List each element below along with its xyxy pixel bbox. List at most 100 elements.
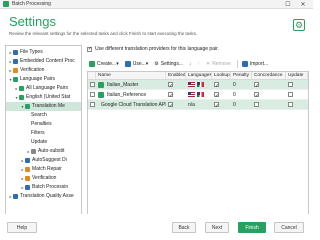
move-down-button[interactable]: ↓ [187,59,194,68]
row-select-checkbox[interactable] [90,82,95,87]
tree-node-icon [19,86,24,91]
tree-item[interactable]: Search [6,111,81,120]
column-header-languages[interactable]: Languages [186,72,212,79]
concordance-checkbox[interactable] [254,102,259,107]
table-row[interactable]: Google Cloud Translation API n/a 0 [88,100,308,110]
settings-tree[interactable]: ▸ File Types ▸ Embedded Content Proc ▸ Verifi… [5,45,82,222]
remove-icon: ✕ [206,60,211,67]
update-checkbox[interactable] [288,82,293,87]
lookup-checkbox[interactable] [214,82,219,87]
use-different-providers-label: Use different translation providers for … [95,46,219,52]
tree-item[interactable]: ▾ Language Pairs [6,75,81,84]
create-button[interactable]: Create... ▾ [87,59,121,68]
tree-item[interactable]: ▸ Translation Quality Asse [6,192,81,201]
tree-item[interactable]: ▾ Translation Me [6,102,81,111]
provider-name: Italian_Reference [107,91,147,98]
concordance-checkbox[interactable] [254,92,259,97]
tree-item[interactable]: ▸ Auto-substit [6,147,81,156]
use-button[interactable]: Use... ▾ [123,59,151,68]
arrow-down-icon: ↓ [189,60,192,67]
provider-name: Italian_Master [107,81,139,88]
chevron-down-icon: ▾ [116,60,119,67]
penalty-value[interactable]: 0 [233,100,236,110]
tree-item-label: Update [31,139,48,145]
tree-item[interactable]: ▸ Embedded Content Proc [6,57,81,66]
row-select-checkbox[interactable] [90,102,95,107]
import-button[interactable]: Import... [240,59,270,68]
lookup-checkbox[interactable] [214,102,219,107]
close-button[interactable]: ✕ [298,0,308,9]
tree-node-icon [25,104,30,109]
update-cell [286,82,308,87]
tree-node-icon [13,194,18,199]
column-header-select[interactable] [88,72,96,79]
column-header-penalty[interactable]: Penalty [231,72,252,79]
gear-icon: ⚙ [154,60,159,67]
page-subtitle: Review the relevant settings for the sel… [9,31,198,36]
tree-item[interactable]: ▸ Batch Processin [6,183,81,192]
column-header-name[interactable]: Name [96,72,166,79]
finish-button[interactable]: Finish [238,222,266,233]
main-panel: Use different translation providers for … [87,45,309,222]
us-flag-icon [188,92,195,97]
concordance-cell [252,82,286,87]
back-button[interactable]: Back [172,222,196,233]
row-select-checkbox[interactable] [90,92,95,97]
table-row[interactable]: Italian_Master 0 [88,80,308,90]
use-different-providers-checkbox[interactable] [87,46,92,52]
toolbar: Create... ▾ Use... ▾ ⚙ Settings... ↓ ↑ ✕… [87,58,309,69]
penalty-value[interactable]: 0 [233,90,236,100]
concordance-checkbox[interactable] [254,82,259,87]
help-button[interactable]: Help [7,222,37,233]
column-header-concordance[interactable]: Concordance [252,72,286,79]
settings-label: Settings... [160,60,183,67]
update-cell [286,92,308,97]
update-checkbox[interactable] [288,102,293,107]
settings-button[interactable]: ⚙ Settings... [152,59,185,68]
enabled-checkbox[interactable] [168,82,173,87]
title-bar: Batch Processing [0,0,313,9]
tree-node-icon [13,59,18,64]
column-header-update[interactable]: Update [286,72,308,79]
enabled-checkbox[interactable] [168,102,173,107]
header: Settings Review the relevant settings fo… [0,9,313,49]
tree-item-label: AutoSuggest Di [32,157,67,163]
use-different-providers-row[interactable]: Use different translation providers for … [87,46,219,52]
column-header-lookup[interactable]: Lookup [212,72,231,79]
translation-memory-icon [98,91,104,98]
tree-node-icon [25,185,30,190]
tree-item[interactable]: ▸ All Language Pairs [6,84,81,93]
penalty-cell[interactable]: 0 [231,100,252,110]
tree-node-icon [13,50,18,55]
table-row[interactable]: Italian_Reference 0 [88,90,308,100]
window-title: Batch Processing [12,1,51,7]
tree-item[interactable]: Filters [6,129,81,138]
enabled-checkbox[interactable] [168,92,173,97]
remove-button[interactable]: ✕ Remove [204,59,233,68]
cancel-button[interactable]: Cancel [274,222,304,233]
column-header-enabled[interactable]: Enabled [166,72,186,79]
lookup-cell [212,92,231,97]
next-button[interactable]: Next [205,222,229,233]
tree-item[interactable]: ▸ AutoSuggest Di [6,156,81,165]
tree-item[interactable]: Update [6,138,81,147]
tree-item[interactable]: ▾ English (United Stat [6,93,81,102]
providers-table: Name Enabled Languages Lookup Penalty Co… [87,71,309,221]
move-up-button[interactable]: ↑ [196,59,203,68]
tree-item[interactable]: ▸ Verification [6,174,81,183]
languages-value: n/a [188,101,195,108]
penalty-cell[interactable]: 0 [231,90,252,100]
table-body: Italian_Master0Italian_Reference0Google … [88,80,308,110]
penalty-cell[interactable]: 0 [231,80,252,90]
penalty-value[interactable]: 0 [233,80,236,90]
tree-item[interactable]: ▸ Verification [6,66,81,75]
update-checkbox[interactable] [288,92,293,97]
name-cell: Italian_Master [96,80,166,90]
maximize-button[interactable]: ☐ [283,0,293,9]
languages-cell: n/a [186,100,212,110]
tree-item[interactable]: Penalties [6,120,81,129]
tree-item-label: Auto-substit [38,148,65,154]
lookup-checkbox[interactable] [214,92,219,97]
tree-item[interactable]: ▸ File Types [6,48,81,57]
tree-item[interactable]: ▸ Match Repair [6,165,81,174]
